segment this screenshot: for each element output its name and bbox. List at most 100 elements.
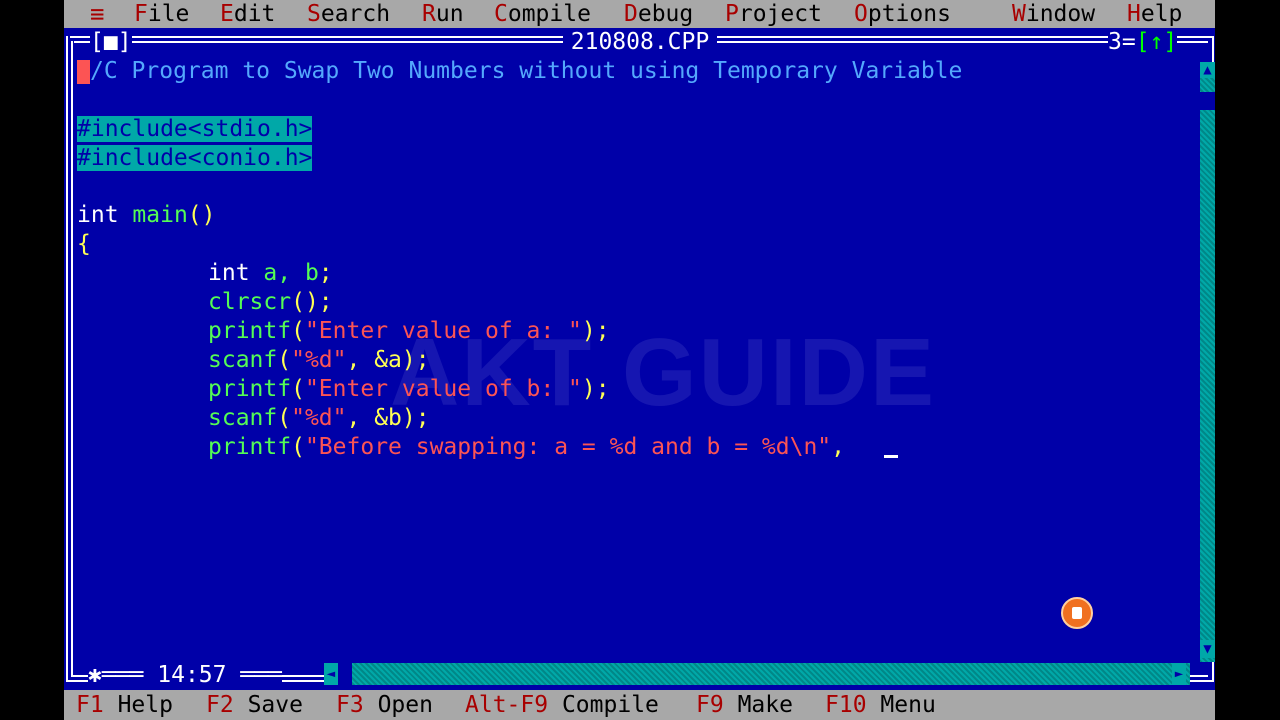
text-cursor <box>884 455 898 458</box>
menu-project-label: roject <box>738 1 822 27</box>
code-line-open-brace[interactable]: { <box>77 230 91 259</box>
paren-close: ); <box>581 376 610 402</box>
decl-semicolon: ; <box>318 260 333 286</box>
menu-compile-label: ompile <box>507 1 591 27</box>
menu-search-label: earch <box>320 1 391 27</box>
function-printf: printf <box>208 318 292 344</box>
horizontal-scrollbar[interactable] <box>324 663 1190 685</box>
menu-options[interactable]: Options <box>854 0 951 28</box>
string-literal: "Enter value of a: " <box>304 318 582 344</box>
window-title: 210808.CPP <box>0 28 1280 56</box>
main-parens: () <box>187 202 216 228</box>
menu-edit[interactable]: Edit <box>220 0 275 28</box>
fkey-save[interactable]: F2 Save <box>206 690 303 720</box>
string-literal: "Before swapping: a = %d and b = %d\n" <box>304 434 832 460</box>
menu-debug-label: ebug <box>637 1 694 27</box>
fkey-label: Menu <box>880 692 936 718</box>
close-box-button[interactable]: [■] <box>90 31 132 54</box>
menu-run[interactable]: Run <box>422 0 464 28</box>
scanf-args: , &b); <box>346 405 430 431</box>
menu-bar: ≡ File Edit Search Run Compile Debug Pro… <box>64 0 1215 28</box>
frame-left-inner <box>71 41 73 676</box>
code-line-printf-before[interactable]: printf("Before swapping: a = %d and b = … <box>208 433 859 462</box>
menu-search[interactable]: Search <box>307 0 390 28</box>
menu-window[interactable]: Window <box>1012 0 1095 28</box>
system-menu-icon[interactable]: ≡ <box>90 0 104 28</box>
scroll-right-arrow-icon[interactable]: ► <box>1172 663 1186 685</box>
fkey-key: F9 <box>696 692 724 718</box>
fkey-open[interactable]: F3 Open <box>336 690 433 720</box>
paren-close: ); <box>581 318 610 344</box>
fkey-label: Save <box>247 692 303 718</box>
fkey-menu[interactable]: F10 Menu <box>825 690 936 720</box>
include-stdio: #include<stdio.h> <box>77 116 313 142</box>
paren-open: ( <box>291 318 305 344</box>
paren-open: ( <box>291 434 305 460</box>
window-number-label: 3 <box>1108 29 1122 55</box>
menu-project[interactable]: Project <box>725 0 822 28</box>
text-cursor-block <box>77 59 90 84</box>
decl-vars: a, b <box>263 260 319 286</box>
function-main: main <box>132 202 188 228</box>
scroll-up-arrow-icon[interactable]: ▲ <box>1200 62 1215 78</box>
scroll-left-arrow-icon[interactable]: ◄ <box>324 663 338 685</box>
menu-help[interactable]: Help <box>1127 0 1182 28</box>
fkey-label: Help <box>117 692 173 718</box>
function-printf: printf <box>208 434 292 460</box>
scroll-down-arrow-icon[interactable]: ▼ <box>1200 640 1215 658</box>
code-line-decl[interactable]: int a, b; <box>208 259 333 288</box>
fkey-label: Compile <box>561 692 659 718</box>
menu-compile-hotkey: C <box>494 1 508 27</box>
fkey-label: Make <box>737 692 793 718</box>
fkey-label: Open <box>377 692 433 718</box>
code-line-printf-b[interactable]: printf("Enter value of b: "); <box>208 375 610 404</box>
menu-options-hotkey: O <box>854 1 868 27</box>
function-clrscr: clrscr <box>208 289 292 315</box>
code-line-include-stdio[interactable]: #include<stdio.h> <box>77 115 313 144</box>
menu-file-label: ile <box>147 1 190 27</box>
vertical-scrollbar[interactable] <box>1200 62 1215 662</box>
printf-args: , <box>831 434 859 460</box>
menu-help-hotkey: H <box>1127 1 1141 27</box>
menu-project-hotkey: P <box>725 1 739 27</box>
keyword-int-decl: int <box>208 260 250 286</box>
vertical-scroll-thumb[interactable] <box>1200 92 1215 110</box>
horizontal-scroll-thumb[interactable] <box>338 663 352 685</box>
menu-debug[interactable]: Debug <box>624 0 693 28</box>
fkey-key: F1 <box>76 692 104 718</box>
code-line-clrscr[interactable]: clrscr(); <box>208 288 333 317</box>
fkey-help[interactable]: F1 Help <box>76 690 173 720</box>
keyword-int: int <box>77 202 119 228</box>
fkey-compile[interactable]: Alt-F9 Compile <box>465 690 659 720</box>
menu-edit-label: dit <box>233 1 276 27</box>
menu-compile[interactable]: Compile <box>494 0 591 28</box>
open-brace: { <box>77 231 91 257</box>
menu-window-hotkey: W <box>1012 1 1026 27</box>
string-literal: "Enter value of b: " <box>304 376 582 402</box>
format-string: "%d" <box>291 347 347 373</box>
code-line-scanf-a[interactable]: scanf("%d", &a); <box>208 346 430 375</box>
function-scanf: scanf <box>208 405 278 431</box>
fkey-key: F2 <box>206 692 234 718</box>
menu-file[interactable]: File <box>134 0 189 28</box>
frame-left-outer <box>66 36 68 680</box>
fkey-make[interactable]: F9 Make <box>696 690 793 720</box>
menu-options-label: ptions <box>867 1 951 27</box>
recording-badge-icon <box>1061 597 1093 629</box>
code-line-scanf-b[interactable]: scanf("%d", &b); <box>208 404 430 433</box>
menu-help-label: elp <box>1140 1 1183 27</box>
menu-window-label: indow <box>1025 1 1096 27</box>
zoom-box-button[interactable]: [↑] <box>1136 29 1178 55</box>
comment-text: /C Program to Swap Two Numbers without u… <box>90 58 963 84</box>
function-key-bar: F1 Help F2 Save F3 Open Alt-F9 Compile F… <box>64 690 1215 720</box>
clrscr-call: (); <box>291 289 333 315</box>
code-line-main[interactable]: int main() <box>77 201 216 230</box>
cursor-position-value: 14:57 <box>157 662 227 688</box>
code-line-comment[interactable]: /C Program to Swap Two Numbers without u… <box>77 57 962 86</box>
code-line-printf-a[interactable]: printf("Enter value of a: "); <box>208 317 610 346</box>
fkey-key: F3 <box>336 692 364 718</box>
menu-file-hotkey: F <box>134 1 148 27</box>
code-line-include-conio[interactable]: #include<conio.h> <box>77 144 313 173</box>
format-string: "%d" <box>291 405 347 431</box>
paren-open: ( <box>277 405 292 431</box>
